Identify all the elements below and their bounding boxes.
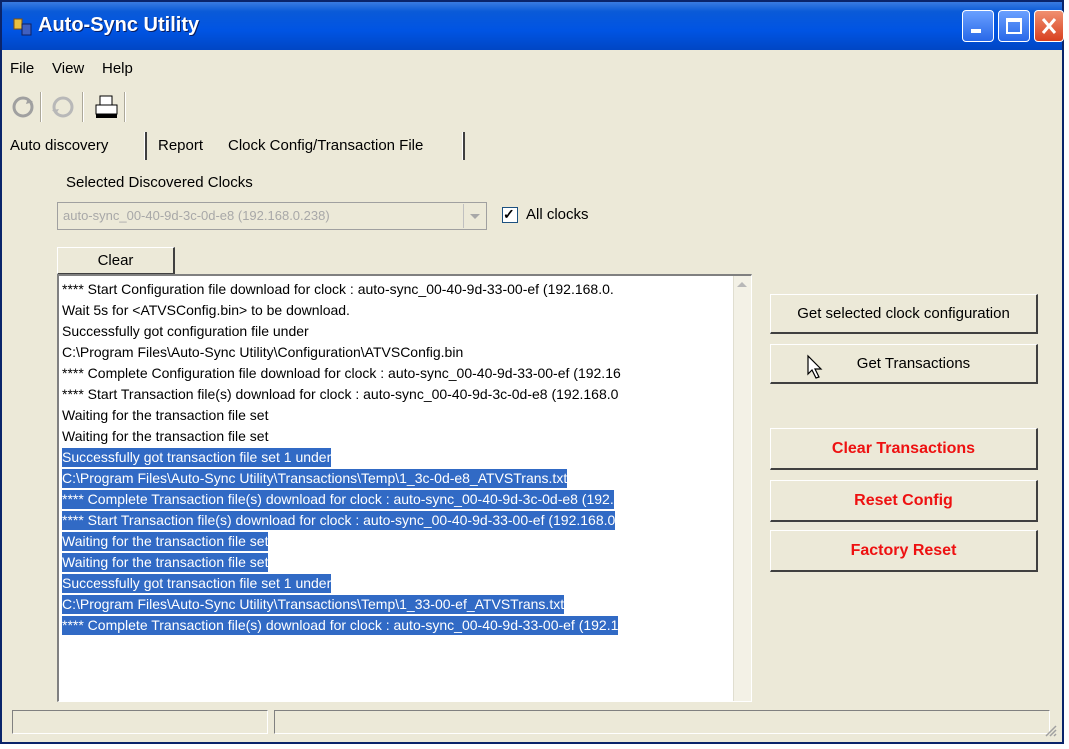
toolbar [2,86,1062,126]
log-line: **** Start Configuration file download f… [62,281,614,297]
menu-view[interactable]: View [52,60,84,77]
minimize-icon [971,29,981,33]
log-line: Waiting for the transaction file set [62,532,269,551]
log-line: Successfully got transaction file set 1 … [62,448,332,467]
factory-reset-button[interactable]: Factory Reset [770,530,1038,572]
log-line: Waiting for the transaction file set [62,407,269,423]
tab-clock-config[interactable]: Clock Config/Transaction File [228,134,423,158]
maximize-icon [1006,18,1022,34]
clear-transactions-button[interactable]: Clear Transactions [770,428,1038,470]
tab-auto-discovery[interactable]: Auto discovery [10,134,108,158]
toolbar-separator [124,92,126,122]
minimize-button[interactable] [962,10,994,42]
all-clocks-label: All clocks [526,206,589,223]
chevron-down-icon [470,214,480,219]
clocks-label: Selected Discovered Clocks [66,174,253,191]
menu-bar: File View Help [2,52,1062,84]
title-bar[interactable]: Auto-Sync Utility [2,2,1064,50]
log-line: **** Complete Transaction file(s) downlo… [62,616,619,635]
log-line: Waiting for the transaction file set [62,553,269,572]
log-line: C:\Program Files\Auto-Sync Utility\Trans… [62,595,565,614]
status-bar [8,702,1060,740]
log-line: Successfully got configuration file unde… [62,323,309,339]
sync-disabled-icon[interactable] [48,92,78,122]
log-line: Successfully got transaction file set 1 … [62,574,332,593]
log-scrollbar[interactable] [733,276,751,701]
reset-config-button[interactable]: Reset Config [770,480,1038,522]
tab-separator [144,132,147,160]
log-output[interactable]: **** Start Configuration file download f… [57,274,752,702]
scroll-up-icon [737,282,747,287]
status-panel-left [12,710,268,734]
menu-help[interactable]: Help [102,60,133,77]
tab-separator [462,132,465,160]
close-button[interactable] [1034,10,1064,42]
log-line: **** Start Transaction file(s) download … [62,386,619,402]
checkmark-icon: ✓ [503,206,515,222]
sync-icon[interactable] [8,92,38,122]
resize-grip-icon[interactable] [1042,722,1058,738]
menu-file[interactable]: File [10,60,34,77]
clear-button[interactable]: Clear [57,247,175,275]
app-window: Auto-Sync Utility File View Help Auto di… [0,0,1064,744]
get-config-button[interactable]: Get selected clock configuration [770,294,1038,334]
log-line: Wait 5s for <ATVSConfig.bin> to be downl… [62,302,350,318]
mouse-pointer-icon [807,354,823,379]
close-icon [1041,18,1057,34]
window-title: Auto-Sync Utility [38,14,200,36]
log-line: **** Complete Transaction file(s) downlo… [62,490,614,509]
log-line: Waiting for the transaction file set [62,428,269,444]
log-line: **** Complete Configuration file downloa… [62,365,621,381]
status-panel-right [274,710,1050,734]
clock-select-dropdown-button[interactable] [463,204,485,228]
clock-select[interactable]: auto-sync_00-40-9d-3c-0d-e8 (192.168.0.2… [57,202,487,230]
maximize-button[interactable] [998,10,1030,42]
all-clocks-checkbox[interactable]: ✓ [502,206,518,223]
tab-strip: Auto discovery Report Clock Config/Trans… [2,128,1062,162]
log-line: C:\Program Files\Auto-Sync Utility\Confi… [62,344,464,360]
clock-select-value: auto-sync_00-40-9d-3c-0d-e8 (192.168.0.2… [63,208,330,223]
toolbar-separator [40,92,42,122]
log-line: **** Start Transaction file(s) download … [62,511,616,530]
toolbar-separator [82,92,84,122]
printer-icon[interactable] [92,92,122,122]
tab-report[interactable]: Report [158,134,203,158]
app-icon [13,18,32,36]
log-line: C:\Program Files\Auto-Sync Utility\Trans… [62,469,568,488]
